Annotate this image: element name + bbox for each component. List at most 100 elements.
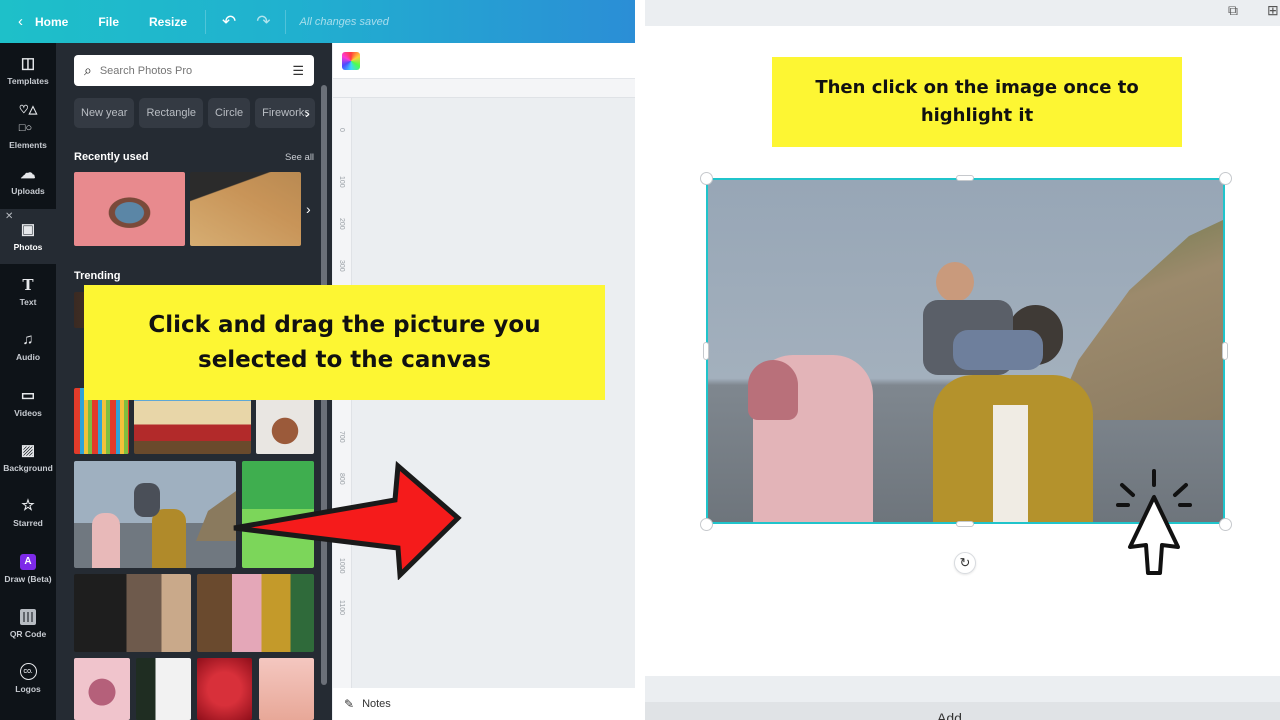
redo-icon[interactable]: ↷ — [256, 12, 270, 32]
background-icon: ▨ — [20, 442, 36, 459]
click-pointer-annotation — [1116, 469, 1192, 575]
notes-label: Notes — [362, 698, 391, 710]
resize-handle-bottom-right[interactable] — [1219, 518, 1232, 531]
ruler-tick: 0 — [338, 128, 345, 132]
nav-label: Text — [19, 297, 37, 307]
photo-search-box[interactable]: ⌕ ☰ — [74, 55, 314, 86]
qr-code-icon — [20, 608, 36, 625]
recent-photo-woman-pink[interactable] — [74, 172, 185, 246]
home-label: Home — [35, 14, 69, 29]
chip-new-year[interactable]: New year — [74, 98, 135, 128]
click-ray — [1173, 483, 1188, 497]
ruler-tick: 1100 — [338, 600, 345, 616]
color-picker-icon[interactable] — [342, 52, 360, 70]
trending-photo-girl[interactable] — [136, 658, 191, 720]
trending-photo-mother-child[interactable] — [197, 574, 314, 652]
page-toolbar: ⧉ ⊞ — [645, 0, 1280, 26]
trending-photo-pomegranate[interactable] — [197, 658, 252, 720]
trending-photo-family-beach[interactable] — [74, 461, 236, 568]
save-status: All changes saved — [299, 15, 389, 28]
duplicate-page-icon[interactable]: ⧉ — [1228, 2, 1238, 19]
nav-uploads[interactable]: ☁ Uploads — [0, 153, 56, 208]
resize-handle-top-left[interactable] — [700, 172, 713, 185]
click-ray — [1120, 483, 1135, 497]
nav-text[interactable]: T Text — [0, 264, 56, 319]
notes-pencil-icon: ✎ — [344, 697, 355, 711]
nav-audio[interactable]: ♫ Audio — [0, 319, 56, 374]
resize-handle-top[interactable] — [956, 175, 974, 181]
resize-handle-right[interactable] — [1222, 342, 1228, 360]
recent-photo-laptop[interactable] — [190, 172, 301, 246]
audio-icon: ♫ — [22, 331, 34, 348]
ruler-tick: 700 — [338, 431, 345, 443]
file-menu-button[interactable]: File — [98, 15, 119, 29]
red-arrow-annotation — [233, 460, 462, 580]
nav-starred[interactable]: ☆ Starred — [0, 485, 56, 540]
horizontal-ruler — [333, 79, 635, 98]
red-arrow-shape — [233, 460, 462, 580]
nav-label: Starred — [13, 518, 43, 528]
nav-label: QR Code — [9, 628, 47, 639]
canvas-preview-panel: ⧉ ⊞ Then click on the image once to high… — [645, 0, 1280, 720]
add-page-icon[interactable]: ⊞ — [1267, 2, 1279, 19]
see-all-link[interactable]: See all — [285, 152, 314, 163]
resize-handle-bottom-left[interactable] — [700, 518, 713, 531]
nav-videos[interactable]: ▭ Videos — [0, 375, 56, 430]
cursor-arrow-icon — [1128, 495, 1180, 575]
text-icon: T — [22, 276, 34, 294]
chevron-right-icon[interactable]: › — [306, 201, 311, 217]
undo-icon[interactable]: ↶ — [222, 12, 236, 32]
nav-label: Photos — [13, 242, 43, 252]
top-menu-bar: ‹ Home File Resize ↶ ↷ All changes saved — [0, 0, 635, 43]
nav-label: Audio — [15, 352, 41, 362]
rotate-icon[interactable]: ↻ — [954, 552, 976, 574]
nav-templates[interactable]: ◫ Templates — [0, 43, 56, 98]
nav-label: Uploads — [11, 186, 45, 196]
templates-icon: ◫ — [20, 55, 36, 72]
star-icon: ☆ — [21, 497, 35, 514]
resize-handle-left[interactable] — [703, 342, 709, 360]
trending-photo-pink-bottle[interactable] — [259, 658, 314, 720]
add-page-label[interactable]: Add — [937, 710, 962, 720]
chip-circle[interactable]: Circle — [208, 98, 251, 128]
chip-rectangle[interactable]: Rectangle — [139, 98, 204, 128]
canvas-toolbar — [333, 43, 635, 79]
nav-label: Videos — [14, 408, 42, 418]
toolbar-divider — [205, 9, 207, 34]
draw-icon: A — [20, 553, 36, 570]
chevron-left-icon: ‹ — [18, 13, 23, 30]
screenshot-root: ‹ Home File Resize ↶ ↷ All changes saved… — [0, 0, 1280, 720]
logos-icon: CO. — [19, 663, 37, 680]
trending-heading: Trending — [74, 270, 121, 282]
resize-handle-bottom[interactable] — [956, 521, 974, 527]
close-icon[interactable]: ✕ — [5, 211, 13, 222]
trending-photo-donut[interactable] — [74, 658, 130, 720]
nav-background[interactable]: ▨ Background — [0, 430, 56, 485]
nav-elements[interactable]: ♡△ □○ Elements — [0, 98, 56, 153]
ruler-tick: 100 — [338, 176, 345, 188]
filter-sliders-icon[interactable]: ☰ — [292, 63, 304, 79]
nav-draw[interactable]: A Draw (Beta) — [0, 541, 56, 596]
toolbar-divider — [284, 9, 286, 34]
nav-logos[interactable]: CO. Logos — [0, 651, 56, 706]
resize-button[interactable]: Resize — [149, 15, 187, 29]
notes-button[interactable]: ✎ Notes — [333, 688, 635, 720]
nav-qr-code[interactable]: QR Code — [0, 596, 56, 651]
videos-icon: ▭ — [20, 387, 36, 404]
add-page-bar[interactable] — [645, 702, 1280, 720]
nav-label: Background — [3, 463, 53, 473]
home-button[interactable]: ‹ Home — [18, 13, 68, 30]
ruler-tick: 300 — [338, 260, 345, 272]
nav-label: Logos — [15, 684, 41, 694]
elements-icon: ♡△ □○ — [18, 104, 38, 134]
suggestion-chips: New year Rectangle Circle Fireworks — [74, 98, 316, 128]
instruction-callout-highlight: Then click on the image once to highligh… — [772, 57, 1182, 147]
resize-handle-top-right[interactable] — [1219, 172, 1232, 185]
chevron-right-icon[interactable]: › — [305, 105, 310, 121]
nav-photos[interactable]: ✕ ▣ Photos — [0, 209, 56, 264]
trending-photo-wine[interactable] — [74, 574, 191, 652]
instruction-callout-drag: Click and drag the picture you selected … — [84, 285, 605, 400]
upload-cloud-icon: ☁ — [20, 165, 36, 182]
photo-search-input[interactable] — [99, 64, 293, 77]
search-icon: ⌕ — [84, 62, 92, 78]
